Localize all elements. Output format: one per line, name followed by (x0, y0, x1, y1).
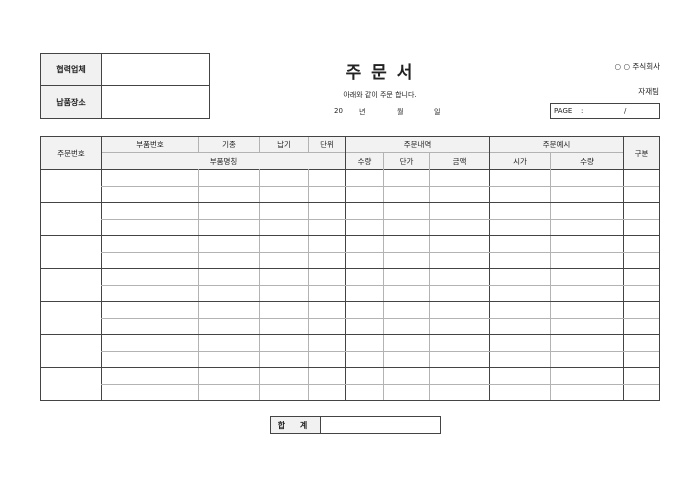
header-category: 구분 (624, 137, 659, 169)
table-row-border (101, 351, 659, 352)
order-group-border (41, 202, 659, 203)
page-colon: : (581, 107, 584, 115)
header-quantity-2: 수량 (551, 153, 623, 169)
document-subtitle: 아래와 같이 주문 합니다. (343, 91, 417, 99)
supplier-field[interactable] (103, 54, 209, 85)
header-divider (101, 152, 624, 153)
table-row-border (101, 252, 659, 253)
table-row-border (101, 318, 659, 319)
table-row-border (101, 219, 659, 220)
date-day-label: 일 (434, 108, 441, 116)
page-number-box[interactable]: PAGE : / (550, 103, 660, 119)
header-unit-price: 단가 (384, 153, 429, 169)
header-column-divider (198, 137, 199, 152)
document-title: 주 문 서 (345, 63, 415, 83)
column-divider (429, 152, 430, 400)
header-bottom-border (41, 169, 659, 170)
header-amount: 금액 (430, 153, 489, 169)
header-order-note: 주문예시 (490, 137, 623, 152)
delivery-place-row: 납품장소 (41, 86, 209, 118)
column-divider (550, 152, 551, 400)
header-model: 기종 (199, 137, 259, 152)
team-name: 자재팀 (638, 87, 659, 96)
supplier-label: 협력업체 (41, 54, 102, 85)
date-year-label: 년 (359, 108, 366, 116)
header-order-no: 주문번호 (41, 137, 101, 169)
delivery-place-label: 납품장소 (41, 86, 102, 118)
delivery-place-field[interactable] (103, 86, 209, 118)
page-label: PAGE (554, 107, 573, 115)
header-unit: 단위 (309, 137, 345, 152)
order-group-border (41, 268, 659, 269)
header-time: 시가 (490, 153, 550, 169)
column-divider (383, 152, 384, 400)
order-table: 주문번호 부품번호 기종 납기 단위 주문내역 주문예시 구분 부품명칭 수량 … (40, 136, 660, 401)
header-part-no: 부품번호 (102, 137, 198, 152)
header-delivery-date: 납기 (260, 137, 308, 152)
table-row-border (101, 285, 659, 286)
date-year-prefix: 20 (334, 107, 343, 115)
total-box: 합 계 (270, 416, 441, 434)
header-column-divider (308, 137, 309, 152)
page-slash: / (624, 107, 627, 115)
table-row-border (101, 186, 659, 187)
total-label: 합 계 (271, 417, 321, 433)
header-quantity: 수량 (346, 153, 383, 169)
header-part-name: 부품명칭 (102, 153, 345, 169)
date-month-label: 월 (397, 108, 404, 116)
company-name: ○ ○ 주식회사 (614, 62, 660, 71)
header-column-divider (259, 137, 260, 152)
header-order-details: 주문내역 (346, 137, 489, 152)
supplier-info-box: 협력업체 납품장소 (40, 53, 210, 119)
total-value-field[interactable] (322, 417, 440, 433)
order-group-border (41, 301, 659, 302)
order-group-border (41, 235, 659, 236)
order-group-border (41, 367, 659, 368)
order-group-border (41, 334, 659, 335)
table-row-border (101, 384, 659, 385)
supplier-row: 협력업체 (41, 54, 209, 86)
